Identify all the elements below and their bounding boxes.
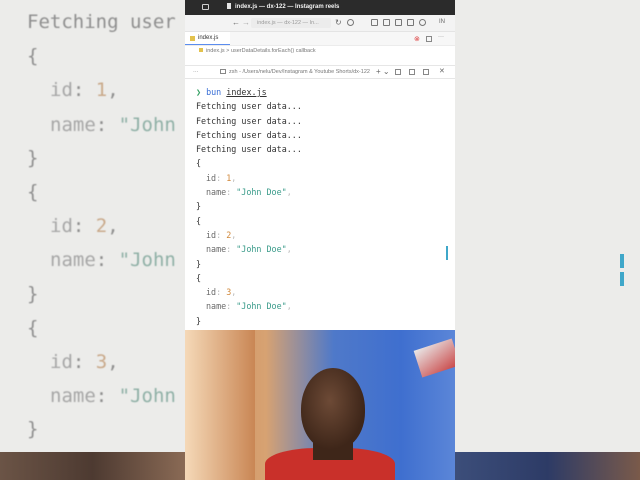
tab-label: index.js: [198, 35, 219, 41]
window-titlebar: index.js — dx-122 — Instagram reels: [185, 0, 455, 15]
object-name-line: name: "John Doe",: [206, 187, 292, 198]
terminal-output[interactable]: ❯ bun index.js Fetching user data... Fet…: [185, 79, 455, 328]
run-icon[interactable]: ⊗: [414, 35, 420, 43]
object-id-line: id: 1,: [206, 172, 237, 183]
terminal-icon: [220, 69, 226, 74]
background-brace: }: [27, 147, 39, 169]
object-open-brace: {: [196, 272, 202, 283]
breadcrumb-file[interactable]: index.js: [206, 48, 225, 54]
split-editor-icon[interactable]: [426, 36, 432, 42]
back-arrow-icon[interactable]: ←: [232, 18, 240, 27]
object-close-brace: }: [196, 258, 202, 269]
terminal-header: ··· zsh - /Users/nelu/Dev/Instagram & Yo…: [185, 65, 455, 79]
layout-sidebar-icon[interactable]: [371, 19, 378, 26]
background-blur-strip: [455, 452, 640, 480]
settings-icon[interactable]: [419, 19, 426, 26]
new-terminal-icon[interactable]: + ⌄: [376, 66, 390, 78]
layout-grid-icon[interactable]: [407, 19, 414, 26]
javascript-file-icon: [190, 36, 195, 41]
object-id-line: id: 3,: [206, 287, 237, 298]
more-actions-icon[interactable]: ···: [438, 34, 444, 40]
terminal-scrollbar[interactable]: [446, 246, 448, 260]
webcam-background-object: [413, 338, 455, 378]
object-name-line: name: "John Doe",: [206, 244, 292, 255]
background-name-line: name: "John: [50, 249, 176, 271]
terminal-command-line: ❯ bun index.js: [196, 87, 267, 97]
presenter-face: [301, 368, 365, 450]
background-name-line: name: "John: [50, 385, 176, 407]
object-close-brace: }: [196, 315, 202, 326]
background-right-panel: [455, 0, 640, 480]
prompt-chevron-icon: ❯: [196, 87, 202, 97]
javascript-file-icon: [199, 48, 203, 52]
terminal-output-line: Fetching user data...: [196, 101, 302, 112]
account-label[interactable]: IN: [439, 19, 445, 25]
background-brace: }: [27, 418, 39, 440]
object-name-line: name: "John Doe",: [206, 301, 292, 312]
terminal-output-line: Fetching user data...: [196, 129, 302, 140]
background-id-line: id: 3,: [50, 351, 119, 373]
object-close-brace: }: [196, 201, 202, 212]
kill-terminal-icon[interactable]: [409, 69, 415, 75]
background-scroll-mark: [620, 254, 624, 268]
background-blur-strip: [0, 452, 185, 480]
terminal-output-line: Fetching user data...: [196, 144, 302, 155]
split-terminal-icon[interactable]: [395, 69, 401, 75]
command-center[interactable]: index.js — dx-122 — In...: [251, 18, 331, 28]
refresh-icon[interactable]: ↻: [335, 18, 342, 27]
editor-tabbar: index.js ⊗ ···: [185, 32, 455, 46]
close-icon[interactable]: ✕: [439, 66, 445, 78]
background-brace: {: [27, 45, 39, 67]
breadcrumb: index.js > userDataDetails.forEach() cal…: [185, 46, 455, 57]
background-heading: Fetching user: [27, 11, 176, 33]
webcam-wall: [185, 330, 255, 480]
forward-arrow-icon[interactable]: →: [242, 18, 250, 27]
background-scroll-mark: [620, 272, 624, 286]
background-name-line: name: "John: [50, 114, 176, 136]
background-brace: }: [27, 283, 39, 305]
background-id-line: id: 2,: [50, 215, 119, 237]
object-id-line: id: 2,: [206, 229, 237, 240]
object-open-brace: {: [196, 215, 202, 226]
panel-overflow-icon[interactable]: [423, 69, 429, 75]
background-brace: {: [27, 181, 39, 203]
editor-toolbar: ← → index.js — dx-122 — In... ↻ IN: [185, 15, 455, 32]
window-title: index.js — dx-122 — Instagram reels: [227, 3, 339, 10]
tab-index-js[interactable]: index.js: [185, 32, 230, 45]
webcam-overlay: [185, 330, 455, 480]
file-icon: [227, 3, 231, 9]
object-open-brace: {: [196, 158, 202, 169]
layout-panel-icon[interactable]: [383, 19, 390, 26]
sidebar-toggle-icon[interactable]: [202, 4, 209, 10]
background-brace: {: [27, 317, 39, 339]
terminal-shell-label[interactable]: zsh - /Users/nelu/Dev/Instagram & Youtub…: [220, 66, 370, 78]
background-id-line: id: 1,: [50, 79, 119, 101]
breadcrumb-symbol[interactable]: userDataDetails.forEach() callback: [231, 48, 316, 54]
terminal-output-line: Fetching user data...: [196, 115, 302, 126]
copilot-icon[interactable]: [347, 19, 354, 26]
more-icon[interactable]: ···: [193, 66, 199, 78]
background-left-panel: Fetching user { id: 1, name: "John } { i…: [0, 0, 185, 480]
layout-secondary-icon[interactable]: [395, 19, 402, 26]
